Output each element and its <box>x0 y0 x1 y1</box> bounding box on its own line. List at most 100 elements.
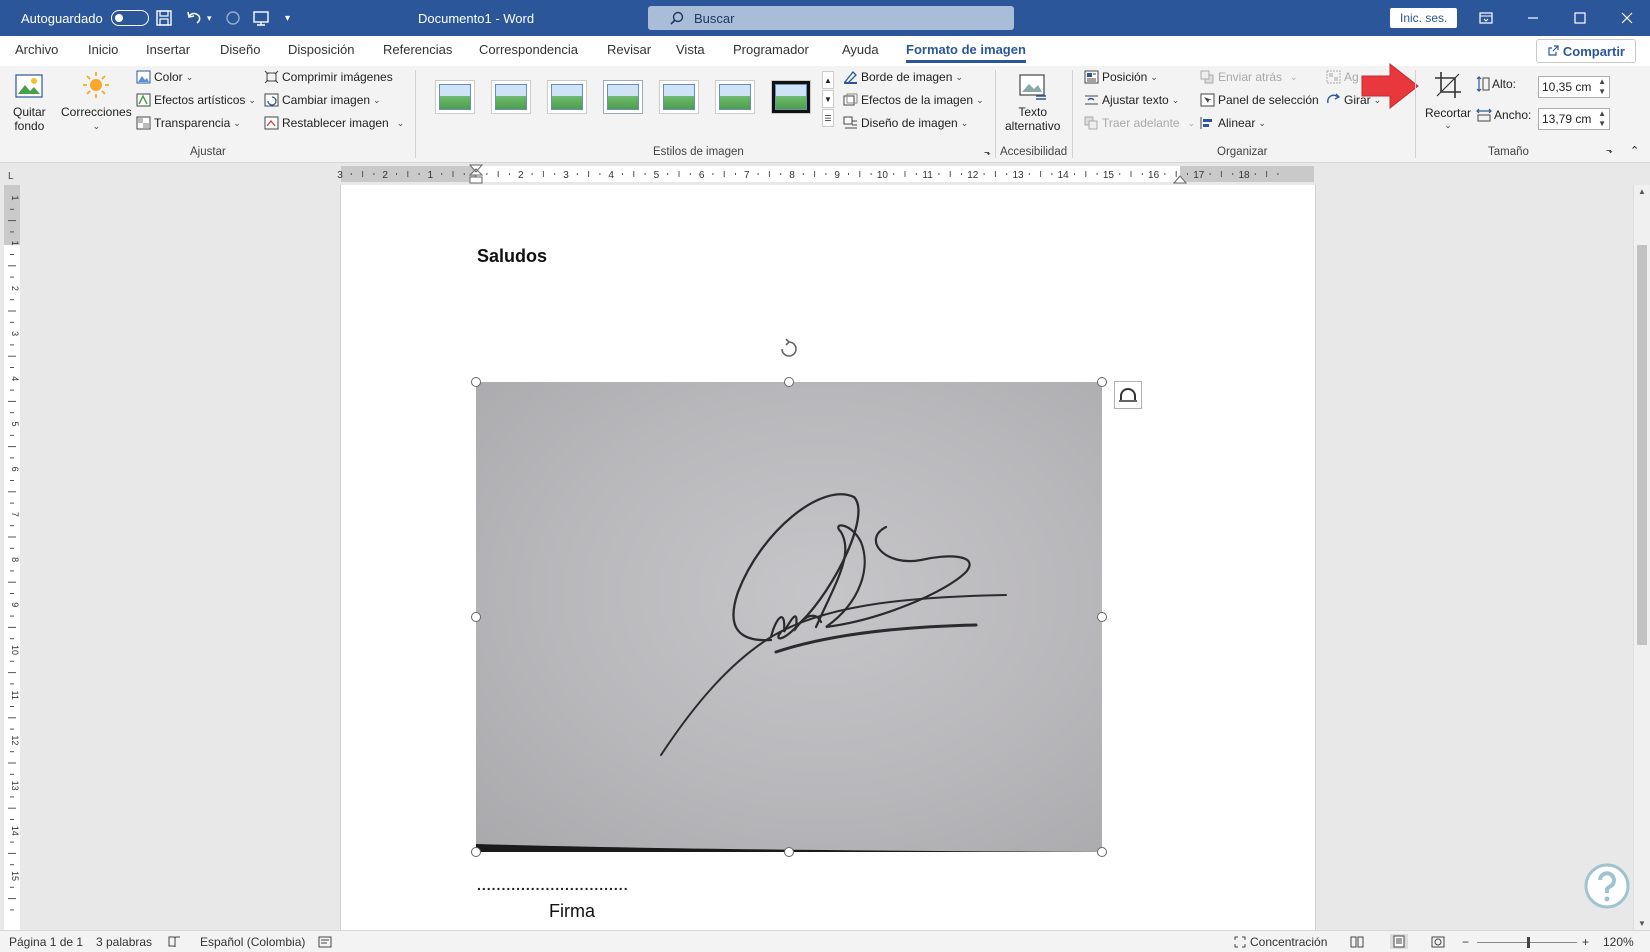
zoom-slider-knob[interactable] <box>1527 937 1530 948</box>
search-box[interactable]: Buscar <box>648 0 1014 36</box>
cambiar-imagen-button[interactable]: Cambiar imagen ⌄ <box>264 93 381 107</box>
alto-spinner-icon[interactable]: ▲ ▼ <box>1598 77 1606 97</box>
zoom-in-icon[interactable]: + <box>1582 935 1589 949</box>
resize-handle-top-left[interactable] <box>471 377 481 387</box>
ribbon-display-icon[interactable] <box>1479 0 1493 36</box>
styles-gallery-scroll[interactable]: ▲ ▼ ☰ <box>822 71 834 127</box>
picture-style-7[interactable] <box>771 80 811 114</box>
scroll-thumb[interactable] <box>1637 245 1647 645</box>
tab-inicio[interactable]: Inicio <box>88 42 118 57</box>
horizontal-ruler[interactable]: L321123456789101112131415161718 <box>0 163 1650 185</box>
scroll-down-icon[interactable]: ▼ <box>1638 919 1646 928</box>
scroll-up-icon[interactable]: ▲ <box>1638 187 1646 196</box>
resize-handle-bottom[interactable] <box>784 847 794 857</box>
collapse-ribbon-icon[interactable]: ⌃ <box>1630 144 1639 157</box>
ancho-spinner-icon[interactable]: ▲ ▼ <box>1598 109 1606 129</box>
close-icon[interactable] <box>1621 0 1633 36</box>
ruler-tick-label: 9 <box>834 170 840 181</box>
touch-mode-icon[interactable] <box>252 0 270 36</box>
panel-seleccion-button[interactable]: Panel de selección <box>1200 93 1319 107</box>
minimize-icon[interactable] <box>1527 0 1539 36</box>
color-button[interactable]: Color ⌄ <box>136 70 193 84</box>
tab-revisar[interactable]: Revisar <box>607 42 651 57</box>
gallery-up-icon[interactable]: ▲ <box>822 71 834 89</box>
save-icon[interactable] <box>155 0 173 36</box>
resize-handle-bottom-right[interactable] <box>1097 847 1107 857</box>
tab-archivo[interactable]: Archivo <box>15 42 58 57</box>
zoom-out-icon[interactable]: − <box>1462 935 1469 949</box>
gallery-more-icon[interactable]: ☰ <box>822 109 834 127</box>
autosave-group[interactable]: Autoguardado <box>21 0 149 36</box>
tab-correspondencia[interactable]: Correspondencia <box>479 42 578 57</box>
restablecer-imagen-button[interactable]: Restablecer imagen ⌄ <box>264 116 404 130</box>
maximize-icon[interactable] <box>1574 0 1586 36</box>
customize-qat-icon[interactable]: ▾ <box>285 0 290 36</box>
resize-handle-right[interactable] <box>1097 612 1107 622</box>
tab-vista[interactable]: Vista <box>676 42 705 57</box>
undo-icon[interactable] <box>185 0 203 36</box>
resize-handle-top-right[interactable] <box>1097 377 1107 387</box>
diseno-imagen-button[interactable]: Diseño de imagen ⌄ <box>843 116 968 130</box>
undo-dropdown-icon[interactable]: ▾ <box>207 0 212 36</box>
estilos-dialog-launcher-icon[interactable]: ⬎ <box>984 148 991 157</box>
vertical-scrollbar[interactable]: ▲ ▼ <box>1633 185 1650 930</box>
alinear-button[interactable]: Alinear ⌄ <box>1200 116 1266 130</box>
resize-handle-left[interactable] <box>471 612 481 622</box>
ruler-left-margin <box>341 166 476 182</box>
correcciones-button[interactable]: Correcciones ⌄ <box>61 70 132 132</box>
alto-input[interactable]: 10,35 cm ▲ ▼ <box>1538 76 1610 98</box>
document-page[interactable]: Saludos ............................... … <box>340 185 1316 930</box>
recortar-button[interactable]: Recortar ⌄ <box>1425 70 1471 131</box>
picture-style-2[interactable] <box>491 80 531 114</box>
quitar-fondo-button[interactable]: Quitar fondo <box>13 72 46 133</box>
page-count[interactable]: Página 1 de 1 <box>9 935 83 949</box>
tab-ayuda[interactable]: Ayuda <box>842 42 879 57</box>
accessibility-status-icon[interactable] <box>318 936 332 948</box>
picture-style-6[interactable] <box>715 80 755 114</box>
group-objects-icon <box>1326 70 1341 84</box>
tab-diseno[interactable]: Diseño <box>220 42 260 57</box>
resize-handle-bottom-left[interactable] <box>471 847 481 857</box>
posicion-button[interactable]: Posición ⌄ <box>1084 70 1158 84</box>
web-layout-icon[interactable] <box>1431 936 1445 948</box>
tab-disposicion[interactable]: Disposición <box>288 42 354 57</box>
corrections-sun-icon <box>81 70 111 100</box>
texto-alternativo-button[interactable]: Texto alternativo <box>1005 72 1060 133</box>
print-layout-icon[interactable] <box>1390 934 1408 949</box>
autosave-toggle[interactable] <box>110 10 149 26</box>
layout-options-button[interactable] <box>1114 381 1142 409</box>
comprimir-imagenes-button[interactable]: Comprimir imágenes <box>264 70 393 84</box>
efectos-imagen-button[interactable]: Efectos de la imagen ⌄ <box>843 93 984 107</box>
resize-handle-top[interactable] <box>784 377 794 387</box>
picture-style-5[interactable] <box>659 80 699 114</box>
tab-referencias[interactable]: Referencias <box>383 42 452 57</box>
signin-button[interactable]: Inic. ses. <box>1390 0 1458 36</box>
rotate-handle-icon[interactable] <box>777 337 801 361</box>
ruler-tick-label: 12 <box>967 170 979 181</box>
picture-style-3[interactable] <box>547 80 587 114</box>
tab-formato-de-imagen[interactable]: Formato de imagen <box>906 42 1026 63</box>
vertical-ruler[interactable]: 1 1 2 3 4 5 6 7 8 9 10 11 12 13 14 15 <box>0 185 22 930</box>
word-count[interactable]: 3 palabras <box>96 935 152 949</box>
focus-mode-button[interactable]: Concentración <box>1234 935 1327 949</box>
traer-adelante-button: Traer adelante ⌄ <box>1084 116 1195 130</box>
zoom-level[interactable]: 120% <box>1603 935 1634 949</box>
picture-style-1[interactable] <box>435 80 475 114</box>
transparencia-button[interactable]: Transparencia ⌄ <box>136 116 241 130</box>
ancho-input[interactable]: 13,79 cm ▲ ▼ <box>1538 108 1610 130</box>
share-button[interactable]: Compartir <box>1535 39 1636 63</box>
proofing-icon[interactable] <box>168 936 181 948</box>
tab-programador[interactable]: Programador <box>733 42 809 57</box>
gallery-down-icon[interactable]: ▼ <box>822 90 834 108</box>
tab-insertar[interactable]: Insertar <box>146 42 190 57</box>
read-mode-icon[interactable] <box>1350 936 1364 948</box>
tamano-dialog-launcher-icon[interactable]: ⬎ <box>1606 146 1613 155</box>
ajustar-texto-button[interactable]: Ajustar texto ⌄ <box>1084 93 1179 107</box>
doc-heading[interactable]: Saludos <box>477 246 547 267</box>
borde-imagen-button[interactable]: Borde de imagen ⌄ <box>843 70 963 84</box>
picture-style-4[interactable] <box>603 80 643 114</box>
compress-pictures-icon <box>264 70 279 84</box>
efectos-artisticos-button[interactable]: Efectos artísticos ⌄ <box>136 93 256 107</box>
language-status[interactable]: Español (Colombia) <box>200 935 305 949</box>
signature-image[interactable] <box>476 382 1102 852</box>
